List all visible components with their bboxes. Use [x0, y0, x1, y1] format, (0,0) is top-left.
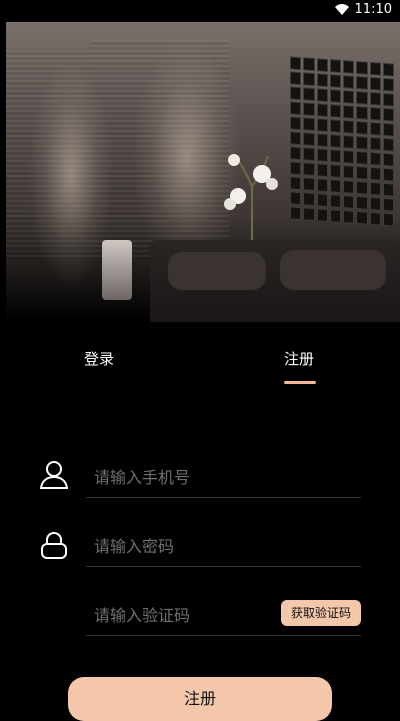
status-time: 11:10: [354, 2, 392, 17]
tab-active-indicator: [284, 381, 316, 384]
hero-image: [0, 22, 400, 322]
lock-icon: [41, 531, 67, 559]
get-code-button[interactable]: 获取验证码: [280, 600, 361, 626]
status-bar: 11:10: [0, 0, 400, 22]
pillow-right: [280, 250, 386, 290]
bed: [150, 240, 400, 322]
hero-left-edge: [0, 22, 6, 322]
bedside-lamp: [102, 240, 132, 300]
password-input[interactable]: [86, 526, 274, 566]
mirror-wall: [290, 56, 394, 239]
tab-register[interactable]: 注册: [284, 348, 314, 369]
verification-code-input[interactable]: [86, 595, 274, 635]
tab-login[interactable]: 登录: [84, 348, 114, 369]
phone-input[interactable]: [86, 457, 274, 497]
verification-code-field: 获取验证码: [86, 595, 361, 636]
register-button[interactable]: 注册: [68, 677, 332, 721]
status-icons: 11:10: [334, 2, 392, 17]
phone-field: [86, 457, 361, 498]
auth-tabs: 登录 注册: [0, 340, 400, 390]
pillow-left: [168, 252, 266, 290]
user-icon: [39, 461, 69, 489]
wifi-icon: [334, 3, 349, 15]
password-field: [86, 526, 361, 567]
